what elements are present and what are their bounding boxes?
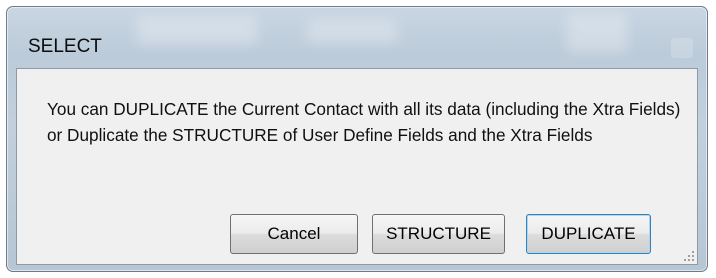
dialog-window: SELECT You can DUPLICATE the Current Con… bbox=[6, 6, 708, 272]
glass-reflection bbox=[307, 19, 397, 43]
structure-button[interactable]: STRUCTURE bbox=[372, 214, 505, 254]
dialog-message: You can DUPLICATE the Current Contact wi… bbox=[47, 99, 681, 145]
dialog-title: SELECT bbox=[28, 36, 102, 57]
close-icon[interactable] bbox=[671, 38, 693, 58]
cancel-button[interactable]: Cancel bbox=[230, 214, 358, 254]
glass-reflection bbox=[137, 15, 257, 45]
resize-grip-icon[interactable] bbox=[682, 249, 694, 261]
dialog-body: You can DUPLICATE the Current Contact wi… bbox=[16, 68, 698, 265]
duplicate-button[interactable]: DUPLICATE bbox=[526, 214, 651, 254]
glass-reflection bbox=[567, 13, 627, 53]
